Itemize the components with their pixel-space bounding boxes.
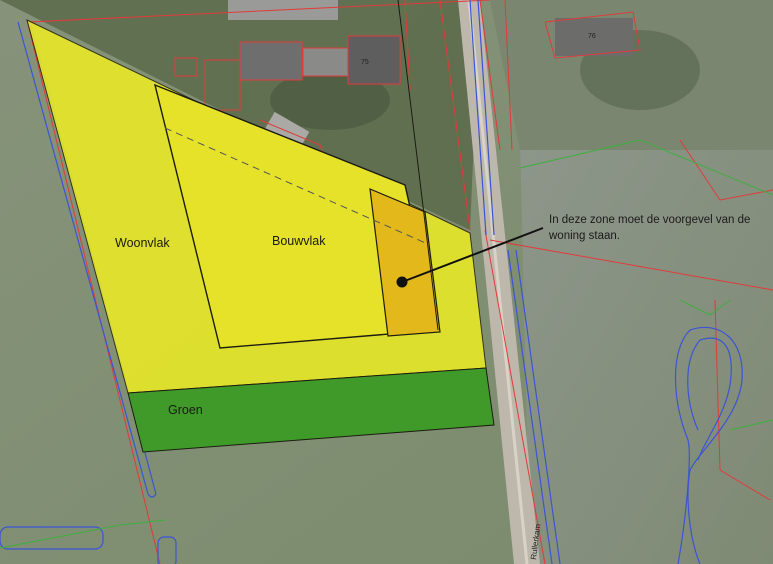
annotation-pointer-dot (396, 276, 408, 288)
building (303, 48, 348, 76)
map-svg: Woonvlak Bouwvlak Groen In deze zone moe… (0, 0, 773, 564)
bouwvlak-label: Bouwvlak (272, 234, 326, 248)
groen-label: Groen (168, 403, 203, 417)
map-canvas[interactable]: Woonvlak Bouwvlak Groen In deze zone moe… (0, 0, 773, 564)
building (240, 42, 302, 80)
annotation-line-2: woning staan. (548, 230, 620, 242)
house-number-76: 76 (588, 33, 596, 40)
house-number-75: 75 (361, 59, 369, 66)
aerial-field-east (520, 140, 773, 564)
building-75 (348, 36, 400, 84)
annotation-line-1: In deze zone moet de voorgevel van de (549, 214, 750, 226)
woonvlak-label: Woonvlak (115, 236, 170, 250)
